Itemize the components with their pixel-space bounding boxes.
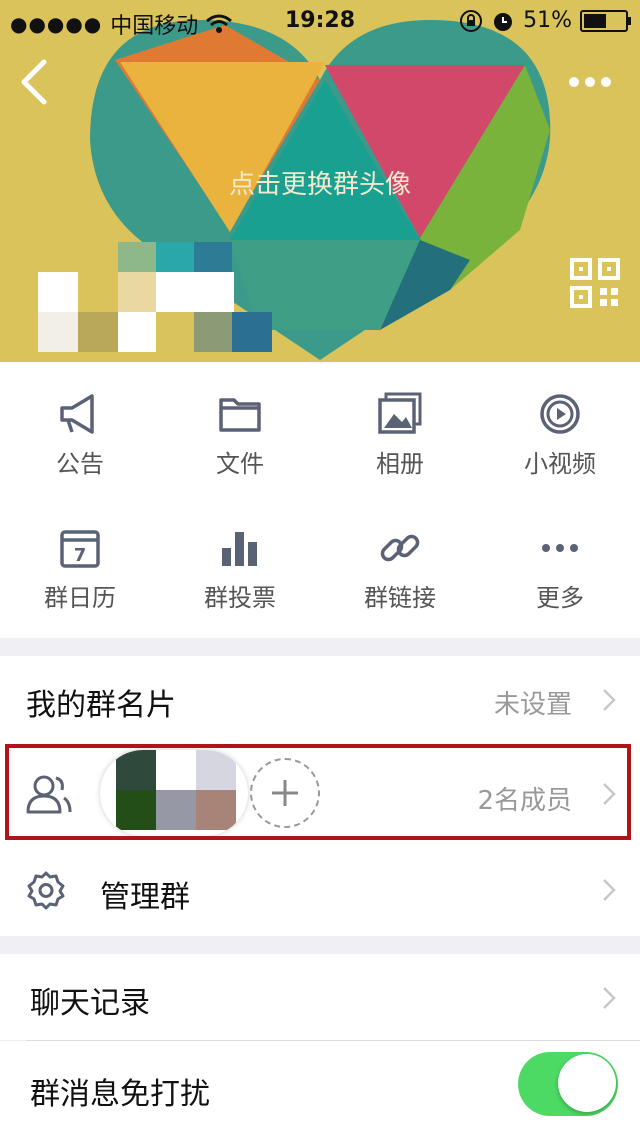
- row-label: 我的群名片: [26, 688, 176, 723]
- grid-item-label: 群链接: [364, 584, 436, 612]
- grid-item-label: 公告: [56, 450, 104, 478]
- change-avatar-label[interactable]: 点击更换群头像: [0, 164, 640, 201]
- my-group-card-row[interactable]: 我的群名片 未设置: [0, 656, 640, 744]
- qr-code-icon[interactable]: [570, 258, 620, 308]
- manage-group-row[interactable]: 管理群: [0, 840, 640, 936]
- row-label: 群消息免打扰: [30, 1077, 210, 1112]
- row-label: 管理群: [100, 880, 190, 915]
- grid-item-album[interactable]: 相册: [320, 392, 480, 502]
- folder-icon: [219, 398, 261, 432]
- bar-chart-icon: [222, 532, 257, 566]
- more-options-button[interactable]: [568, 72, 612, 92]
- grid-item-more[interactable]: 更多: [480, 526, 640, 636]
- toggle-knob: [558, 1054, 616, 1112]
- chevron-right-icon: [603, 879, 616, 901]
- grid-item-label: 相册: [376, 450, 424, 478]
- grid-item-label: 群日历: [44, 584, 116, 612]
- pixelated-name-art: [38, 242, 272, 352]
- calendar-icon: 7: [60, 530, 100, 568]
- megaphone-icon: [60, 394, 94, 434]
- gear-icon: [27, 871, 65, 910]
- grid-item-label: 小视频: [524, 450, 596, 478]
- back-button[interactable]: [16, 58, 56, 106]
- grid-item-calendar[interactable]: 7 群日历: [0, 526, 160, 636]
- album-icon: [378, 392, 422, 434]
- grid-item-short-video[interactable]: 小视频: [480, 392, 640, 502]
- battery-percent: 51%: [523, 8, 572, 33]
- more-icon: [542, 544, 578, 552]
- group-cover[interactable]: 点击更换群头像: [0, 0, 640, 362]
- link-icon: [380, 534, 420, 562]
- chat-history-row[interactable]: 聊天记录: [0, 954, 640, 1040]
- mute-toggle[interactable]: [518, 1052, 618, 1116]
- grid-item-files[interactable]: 文件: [160, 392, 320, 502]
- grid-item-label: 群投票: [204, 584, 276, 612]
- battery-icon: [580, 9, 631, 32]
- blurred-group-name: [38, 242, 278, 358]
- video-icon: [540, 394, 580, 434]
- row-value: 未设置: [493, 690, 572, 720]
- grid-item-link[interactable]: 群链接: [320, 526, 480, 636]
- grid-item-announcement[interactable]: 公告: [0, 392, 160, 502]
- chevron-left-icon: [21, 59, 47, 105]
- row-label: 聊天记录: [30, 986, 150, 1021]
- feature-grid: 公告 文件 相册 小视频 7 群日历 群投票 群链接 更多: [0, 362, 640, 638]
- grid-item-vote[interactable]: 群投票: [160, 526, 320, 636]
- grid-item-label: 更多: [536, 584, 584, 612]
- more-icon: [569, 77, 611, 87]
- alarm-icon: [494, 12, 513, 31]
- rotation-lock-icon: [460, 9, 483, 32]
- chevron-right-icon: [603, 987, 616, 1009]
- calendar-day: 7: [74, 545, 87, 566]
- status-bar: ●●●●● 中国移动 19:28 51%: [0, 0, 640, 40]
- grid-item-label: 文件: [216, 450, 264, 478]
- highlight-box: [5, 744, 631, 840]
- chevron-right-icon: [603, 689, 616, 711]
